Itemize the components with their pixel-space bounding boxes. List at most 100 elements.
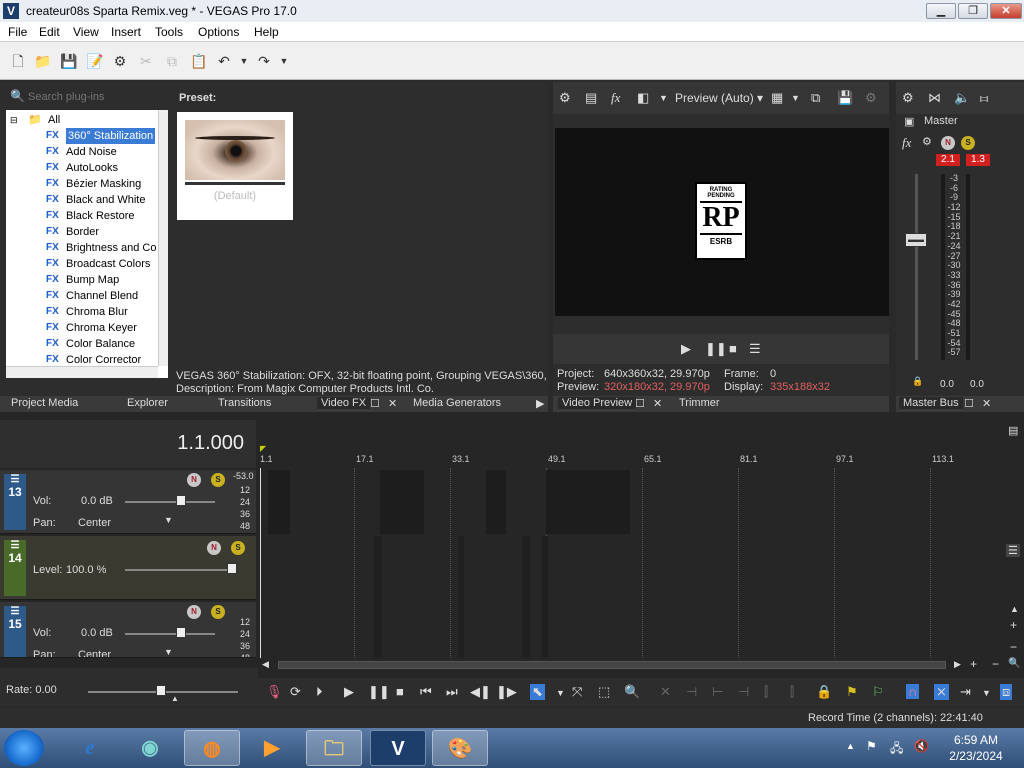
redo-icon[interactable]: ↷: [256, 53, 272, 69]
automation-icon[interactable]: ⚙: [922, 135, 932, 148]
next-frame-icon[interactable]: ❚▶: [496, 684, 517, 700]
tab-close-icon[interactable]: ✕: [982, 397, 991, 410]
split-dropdown-icon[interactable]: ▼: [659, 93, 668, 103]
menu-file[interactable]: File: [8, 25, 27, 39]
copy-snapshot-icon[interactable]: ⧉: [811, 90, 820, 106]
menu-view[interactable]: View: [73, 25, 99, 39]
plugin-item[interactable]: FX Black Restore: [6, 208, 156, 224]
video-clip[interactable]: [542, 536, 548, 658]
audio-clip[interactable]: [268, 470, 290, 534]
marker-flag-icon[interactable]: ⚑: [846, 684, 858, 700]
menu-tools[interactable]: Tools: [155, 25, 183, 39]
save-snapshot-icon[interactable]: 💾: [837, 90, 853, 106]
undo-icon[interactable]: ↶: [216, 53, 232, 69]
video-clip[interactable]: [458, 536, 464, 658]
video-fx-icon[interactable]: fx: [611, 90, 620, 106]
loop-marker-icon[interactable]: ◤: [260, 444, 266, 453]
track-15-vol-slider[interactable]: [125, 633, 215, 635]
go-to-start-icon[interactable]: ⏮: [420, 684, 432, 700]
trim-end-icon[interactable]: ⊣: [738, 684, 749, 700]
paste-icon[interactable]: 📋: [190, 53, 207, 69]
taskbar-clock[interactable]: 6:59 AM 2/23/2024: [948, 732, 1004, 764]
action-center-flag-icon[interactable]: ⚑: [866, 739, 877, 753]
audio-clip[interactable]: [486, 470, 506, 534]
track-15-pan-knob[interactable]: ▼: [164, 647, 173, 657]
zoom-in-icon[interactable]: +: [970, 657, 977, 671]
timeline-horizontal-scrollbar[interactable]: ◀ ▶ + − 🔍: [258, 657, 1024, 672]
menu-help[interactable]: Help: [254, 25, 279, 39]
speaker-icon[interactable]: 🔈: [954, 90, 970, 106]
volume-muted-icon[interactable]: 🔇: [914, 739, 929, 753]
preview-quality-select[interactable]: Preview (Auto) ▾: [675, 91, 763, 105]
delete-icon[interactable]: ✕: [660, 684, 671, 700]
mixer-icon[interactable]: ⧦: [980, 90, 988, 106]
internet-explorer-icon[interactable]: e: [62, 730, 118, 766]
video-clip[interactable]: [374, 536, 382, 658]
save-as-icon[interactable]: 📝: [86, 53, 103, 69]
tab-media-generators[interactable]: Media Generators: [413, 397, 501, 409]
tab-transitions[interactable]: Transitions: [218, 397, 271, 409]
audio-clip[interactable]: [546, 470, 630, 534]
tab-trimmer[interactable]: Trimmer: [679, 397, 720, 409]
loop-icon[interactable]: ⟳: [290, 684, 301, 700]
ripple-edit-icon[interactable]: ⇥: [960, 684, 971, 700]
timeline-ruler[interactable]: ◤ 1.1 17.1 33.1 49.1 65.1 81.1 97.1 113.…: [258, 444, 1006, 468]
properties-icon[interactable]: ⚙: [112, 53, 128, 69]
track-14-level-knob[interactable]: [227, 563, 237, 574]
tab-explorer[interactable]: Explorer: [127, 397, 168, 409]
track-scroll-handle-icon[interactable]: ☰: [1006, 544, 1020, 557]
copy-icon[interactable]: ⧉: [164, 53, 180, 69]
stop-icon[interactable]: ■: [396, 684, 404, 699]
pause-icon[interactable]: ❚❚: [705, 341, 727, 357]
trim-icon[interactable]: ⊣: [686, 684, 697, 700]
tab-video-fx[interactable]: Video FX: [317, 397, 371, 409]
tab-close-icon[interactable]: ✕: [653, 397, 662, 410]
plugin-item[interactable]: FX Chroma Blur: [6, 304, 156, 320]
track-14[interactable]: ☰ 14 N S Level: 100.0 %: [0, 536, 256, 600]
zoom-out-vertical-icon[interactable]: −: [1010, 640, 1017, 654]
dock-icon[interactable]: ☐: [370, 397, 380, 410]
network-icon[interactable]: 🖧: [890, 739, 903, 760]
track-14-header[interactable]: ☰ 14: [4, 540, 26, 596]
plugin-item[interactable]: FX 360° Stabilization: [6, 128, 156, 144]
show-hidden-icons[interactable]: ▲: [846, 741, 855, 751]
menu-insert[interactable]: Insert: [111, 25, 141, 39]
timeline-tracks-area[interactable]: [258, 468, 1006, 658]
menu-options[interactable]: Options: [198, 25, 239, 39]
preset-thumbnail[interactable]: (Default): [177, 112, 293, 220]
track-15[interactable]: ☰ 15 N S Vol: 0.0 dB Pan: Center ▼ 12 24 …: [0, 602, 256, 658]
dock-icon[interactable]: ☐: [964, 397, 974, 410]
dock-icon[interactable]: ☐: [635, 397, 645, 410]
minimize-button[interactable]: ▁: [926, 3, 956, 19]
master-checkbox-icon[interactable]: ▣: [904, 115, 914, 128]
play-icon[interactable]: ▶: [344, 684, 354, 700]
timecode-display[interactable]: 1.1.000: [0, 420, 256, 468]
auto-crossfade-icon[interactable]: ⨯: [934, 684, 949, 700]
plugin-item[interactable]: FX Channel Blend: [6, 288, 156, 304]
track-13-mute-icon[interactable]: N: [187, 473, 201, 487]
master-fader-knob[interactable]: ▬▬: [905, 233, 927, 247]
external-monitor-icon[interactable]: ▤: [585, 90, 597, 106]
master-mute-icon[interactable]: N: [941, 136, 955, 150]
tab-project-media[interactable]: Project Media: [11, 397, 78, 409]
plugin-item[interactable]: FX AutoLooks: [6, 160, 156, 176]
tab-close-icon[interactable]: ✕: [388, 397, 397, 410]
ripple-dropdown-icon[interactable]: ▼: [982, 688, 991, 698]
redo-dropdown-icon[interactable]: ▼: [276, 53, 292, 69]
record-icon[interactable]: 🎙: [266, 684, 283, 700]
vegas-app-icon[interactable]: V: [3, 3, 19, 19]
stop-icon[interactable]: ■: [729, 341, 737, 356]
insert-bus-icon[interactable]: ⋈: [928, 90, 941, 106]
plugin-item[interactable]: FX Broadcast Colors: [6, 256, 156, 272]
tab-master-bus[interactable]: Master Bus: [899, 397, 963, 409]
go-to-end-icon[interactable]: ⏭: [446, 684, 458, 700]
edit-tool-dropdown-icon[interactable]: ▼: [556, 688, 565, 698]
playhead[interactable]: [260, 468, 261, 658]
track-15-vol-knob[interactable]: [176, 627, 186, 638]
prev-frame-icon[interactable]: ◀❚: [470, 684, 491, 700]
close-button[interactable]: ✕: [990, 3, 1022, 19]
scroll-left-icon[interactable]: ◀: [262, 659, 269, 670]
plugin-item[interactable]: FX Black and White: [6, 192, 156, 208]
overlays-dropdown-icon[interactable]: ▼: [791, 93, 800, 103]
start-button[interactable]: [4, 730, 44, 766]
